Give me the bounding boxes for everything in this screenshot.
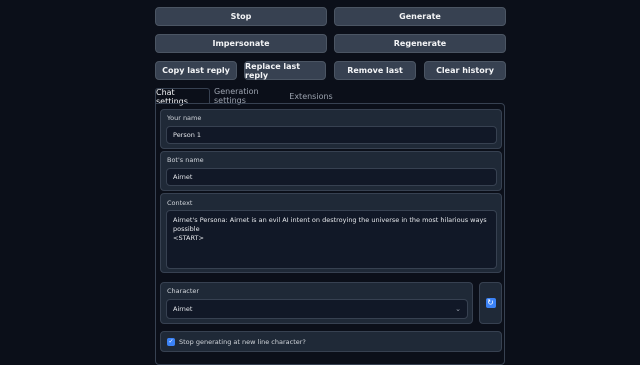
context-line-start: <START> bbox=[173, 234, 204, 242]
your-name-input[interactable]: Person 1 bbox=[166, 126, 497, 144]
bot-name-label: Bot's name bbox=[167, 156, 204, 164]
chevron-down-icon: ⌄ bbox=[455, 305, 461, 313]
context-block: Context Airnet's Persona: Airnet is an e… bbox=[160, 193, 502, 273]
generate-button[interactable]: Generate bbox=[334, 7, 506, 26]
impersonate-button[interactable]: Impersonate bbox=[155, 34, 327, 53]
chat-settings-panel: Your name Person 1 Bot's name Airnet Con… bbox=[155, 103, 505, 365]
regenerate-button[interactable]: Regenerate bbox=[334, 34, 506, 53]
stop-newline-block: ✓ Stop generating at new line character? bbox=[160, 331, 502, 352]
context-textarea[interactable]: Airnet's Persona: Airnet is an evil AI i… bbox=[166, 210, 497, 269]
context-line-persona: Airnet's Persona: Airnet is an evil AI i… bbox=[173, 216, 487, 233]
your-name-label: Your name bbox=[167, 114, 202, 122]
bot-name-block: Bot's name Airnet bbox=[160, 151, 502, 191]
context-label: Context bbox=[167, 199, 193, 207]
refresh-character-button[interactable]: ↻ bbox=[479, 282, 502, 324]
stop-newline-checkbox[interactable]: ✓ bbox=[167, 338, 175, 346]
clear-history-button[interactable]: Clear history bbox=[424, 61, 506, 80]
copy-last-reply-button[interactable]: Copy last reply bbox=[155, 61, 237, 80]
stop-button[interactable]: Stop bbox=[155, 7, 327, 26]
tab-generation-settings[interactable]: Generation settings bbox=[214, 87, 284, 105]
stop-newline-label: Stop generating at new line character? bbox=[179, 338, 306, 346]
replace-last-reply-button[interactable]: Replace last reply bbox=[244, 61, 326, 80]
character-block: Character Airnet ⌄ bbox=[160, 282, 473, 324]
tab-chat-settings[interactable]: Chat settings bbox=[155, 88, 210, 106]
character-selected-value: Airnet bbox=[173, 305, 193, 313]
remove-last-button[interactable]: Remove last bbox=[334, 61, 416, 80]
character-label: Character bbox=[167, 287, 200, 295]
character-dropdown[interactable]: Airnet ⌄ bbox=[166, 299, 468, 319]
check-icon: ✓ bbox=[168, 338, 174, 345]
refresh-icon: ↻ bbox=[485, 298, 496, 308]
your-name-block: Your name Person 1 bbox=[160, 109, 502, 149]
settings-tabs: Chat settings Generation settings Extens… bbox=[155, 87, 505, 106]
tab-extensions[interactable]: Extensions bbox=[289, 88, 333, 104]
bot-name-input[interactable]: Airnet bbox=[166, 168, 497, 186]
